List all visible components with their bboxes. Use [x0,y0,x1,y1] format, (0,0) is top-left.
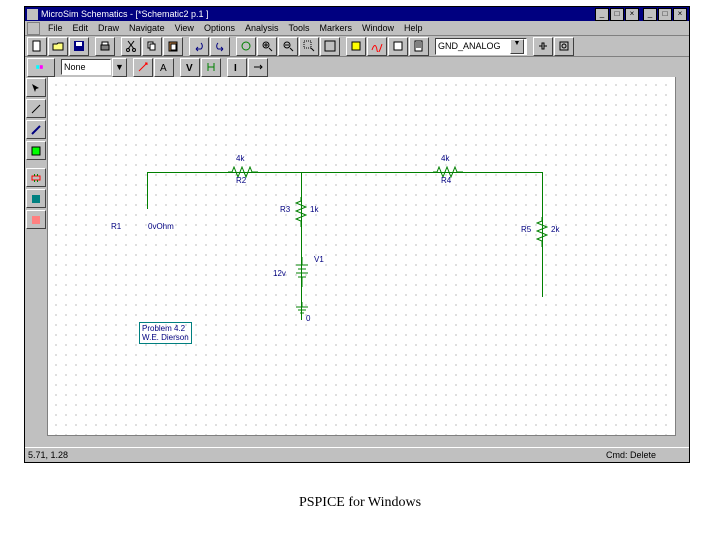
menu-markers[interactable]: Markers [315,23,358,33]
zoom-area-button[interactable] [299,37,319,56]
r4-value[interactable]: 4k [441,154,449,163]
wire[interactable] [301,172,302,320]
new-button[interactable] [27,37,47,56]
svg-text:V: V [186,63,193,73]
gnd-label[interactable]: 0 [306,314,310,323]
menu-draw[interactable]: Draw [93,23,124,33]
select-tool[interactable] [26,78,46,97]
status-command: Cmd: Delete [606,450,656,460]
annotation-line2: W.E. Dierson [142,333,189,342]
bus-tool[interactable] [26,120,46,139]
r4-name[interactable]: R4 [441,176,451,185]
wire-tool[interactable] [26,99,46,118]
paste-button[interactable] [163,37,183,56]
part-select-value: GND_ANALOG [438,41,501,51]
menu-navigate[interactable]: Navigate [124,23,170,33]
wire[interactable] [147,172,148,209]
annotation-box[interactable]: Problem 4.2 W.E. Dierson [139,322,192,344]
current-marker-button[interactable]: I [227,58,247,77]
maximize-button[interactable]: □ [610,8,624,21]
r3-name[interactable]: R3 [280,205,290,214]
doc-maximize-button[interactable]: □ [658,8,672,21]
toolbar-main: GND_ANALOG▼ [25,36,689,57]
status-coords: 5.71, 1.28 [28,450,68,460]
part-tool[interactable] [26,168,46,187]
save-button[interactable] [69,37,89,56]
r5-name[interactable]: R5 [521,225,531,234]
doc-minimize-button[interactable]: _ [643,8,657,21]
menu-file[interactable]: File [43,23,68,33]
menu-bar: File Edit Draw Navigate View Options Ana… [25,21,689,36]
cut-button[interactable] [121,37,141,56]
page-caption: PSPICE for Windows [0,495,720,511]
zoom-fit-button[interactable] [320,37,340,56]
copy-button[interactable] [142,37,162,56]
edit-attr-button[interactable]: A [154,58,174,77]
menu-tools[interactable]: Tools [283,23,314,33]
wire[interactable] [147,172,542,173]
zoom-out-button[interactable] [278,37,298,56]
toolbar-secondary: ▼ A V I [25,57,689,78]
block-tool[interactable] [26,141,46,160]
menu-help[interactable]: Help [399,23,428,33]
doc-close-button[interactable]: × [673,8,687,21]
menu-edit[interactable]: Edit [68,23,94,33]
print-button[interactable] [95,37,115,56]
r3-value[interactable]: 1k [310,205,318,214]
color-button[interactable] [27,58,55,77]
resistor-r3[interactable] [295,197,307,227]
dot-grid [48,77,675,436]
close-button[interactable]: × [625,8,639,21]
text-tool[interactable] [26,189,46,208]
app-window: MicroSim Schematics - [*Schematic2 p.1 ]… [24,6,690,463]
svg-text:A: A [160,63,167,73]
simulate-button[interactable] [346,37,366,56]
r2-value[interactable]: 4k [236,154,244,163]
app-icon [27,9,38,20]
attributes-button[interactable] [133,58,153,77]
resistor-r5[interactable] [536,217,548,247]
layer-dropdown[interactable]: ▼ [112,58,127,77]
menu-view[interactable]: View [170,23,199,33]
voltage-diff-button[interactable] [201,58,221,77]
status-bar: 5.71, 1.28 Cmd: Delete [25,447,689,462]
open-button[interactable] [48,37,68,56]
system-menu-icon[interactable] [27,22,40,35]
zoom-in-button[interactable] [257,37,277,56]
minimize-button[interactable]: _ [595,8,609,21]
netlist-button[interactable] [409,37,429,56]
probe-button[interactable] [367,37,387,56]
redraw-button[interactable] [236,37,256,56]
annotation-line1: Problem 4.2 [142,324,189,333]
v1-name[interactable]: V1 [314,255,324,264]
redo-button[interactable] [210,37,230,56]
menu-window[interactable]: Window [357,23,399,33]
voltage-marker-button[interactable]: V [180,58,200,77]
tool-palette [25,77,48,436]
undo-button[interactable] [189,37,209,56]
setup-button[interactable] [388,37,408,56]
browse-button[interactable] [554,37,574,56]
part-select[interactable]: GND_ANALOG▼ [435,38,527,55]
window-title: MicroSim Schematics - [*Schematic2 p.1 ] [41,9,209,19]
vertical-scrollbar[interactable] [675,77,689,436]
marker-button[interactable] [248,58,268,77]
svg-text:I: I [234,63,237,73]
get-part-button[interactable] [533,37,553,56]
voltage-source-v1[interactable] [292,257,312,287]
r5-value[interactable]: 2k [551,225,559,234]
menu-options[interactable]: Options [199,23,240,33]
misc-tool[interactable] [26,210,46,229]
v1-value[interactable]: 12v [273,269,286,278]
title-bar: MicroSim Schematics - [*Schematic2 p.1 ]… [25,7,689,21]
schematic-canvas[interactable]: R1 0vOhm 4k R2 4k R4 R3 1k R5 2k V1 12v [48,77,675,436]
r1-value[interactable]: 0vOhm [148,222,174,231]
layer-field[interactable] [61,59,111,75]
menu-analysis[interactable]: Analysis [240,23,284,33]
r1-name[interactable]: R1 [111,222,121,231]
r2-name[interactable]: R2 [236,176,246,185]
